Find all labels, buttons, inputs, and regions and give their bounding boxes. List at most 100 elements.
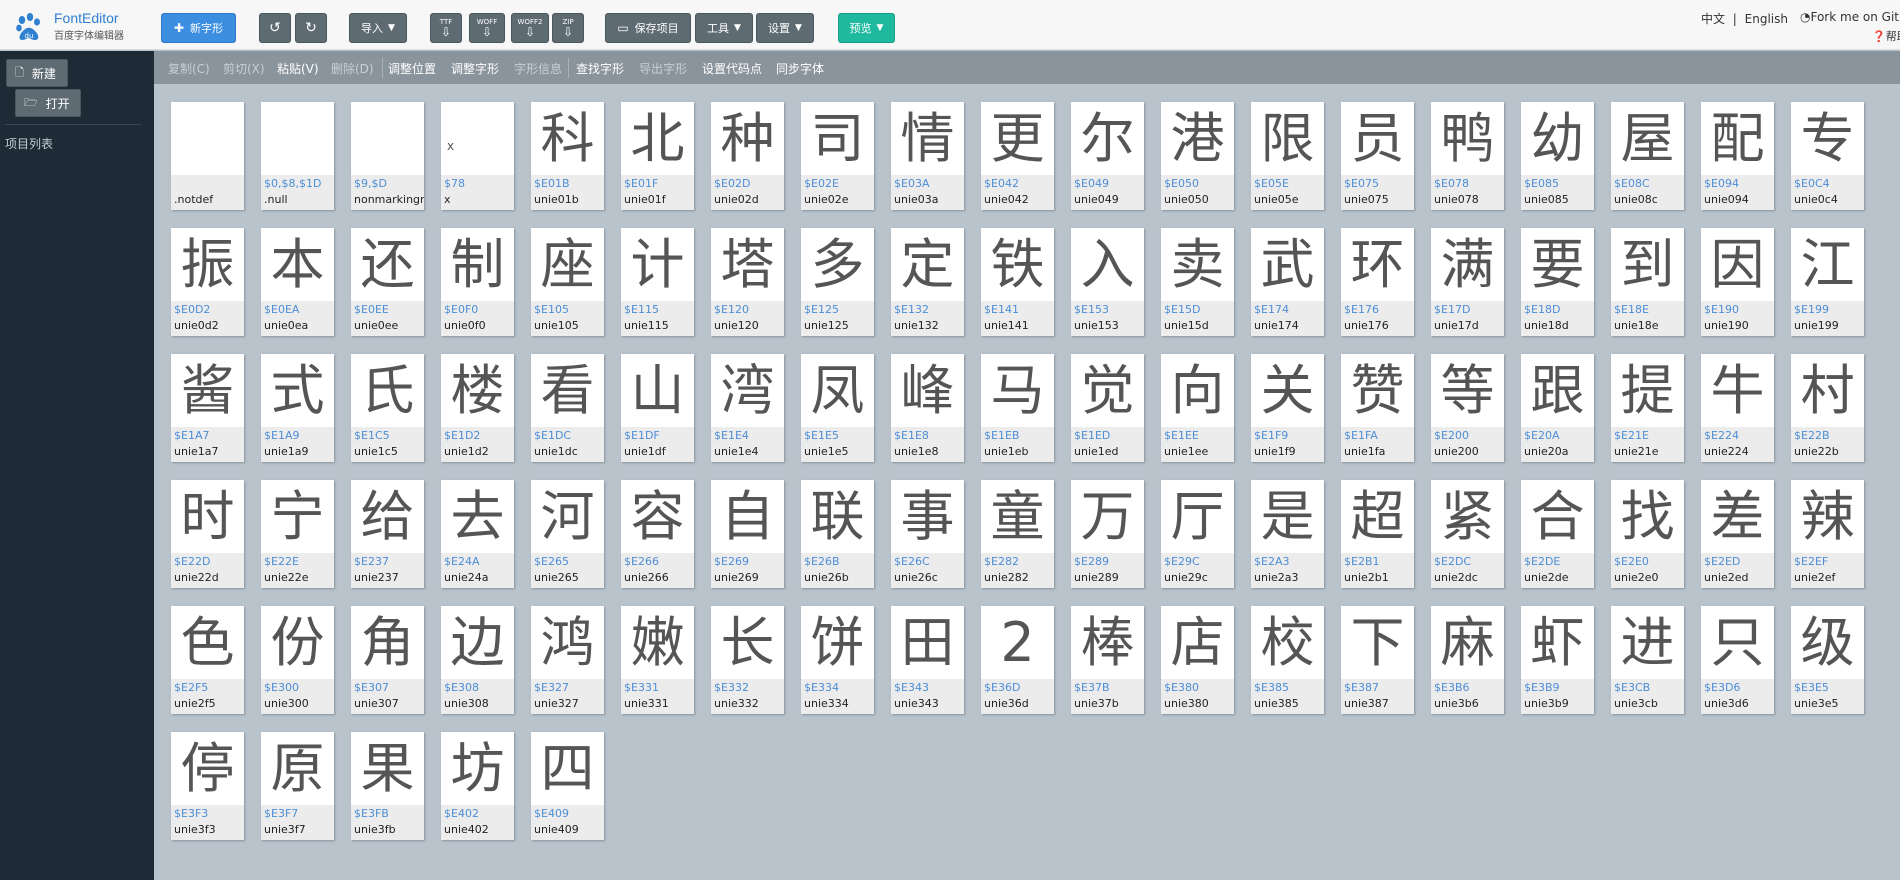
export-woff-button[interactable]: WOFF ⇩ bbox=[469, 13, 505, 43]
glyph-cell[interactable]: 原 $E3F7 unie3f7 bbox=[261, 732, 334, 840]
glyph-cell[interactable]: 2 $E36D unie36d bbox=[981, 606, 1054, 714]
glyph-cell[interactable]: 配 $E094 unie094 bbox=[1701, 102, 1774, 210]
glyph-cell[interactable]: x $78 x bbox=[441, 102, 514, 210]
new-glyph-button[interactable]: ✚ 新字形 bbox=[161, 13, 236, 43]
glyph-cell[interactable]: 是 $E2A3 unie2a3 bbox=[1251, 480, 1324, 588]
glyph-cell[interactable]: 河 $E265 unie265 bbox=[531, 480, 604, 588]
glyph-cell[interactable]: 尔 $E049 unie049 bbox=[1071, 102, 1144, 210]
glyph-cell[interactable]: 式 $E1A9 unie1a9 bbox=[261, 354, 334, 462]
adjust-position-button[interactable]: 调整位置 bbox=[388, 60, 436, 77]
copy-button[interactable]: 复制(C) bbox=[168, 60, 210, 77]
glyph-cell[interactable]: 田 $E343 unie343 bbox=[891, 606, 964, 714]
glyph-cell[interactable]: 等 $E200 unie200 bbox=[1431, 354, 1504, 462]
glyph-cell[interactable]: 万 $E289 unie289 bbox=[1071, 480, 1144, 588]
adjust-glyph-button[interactable]: 调整字形 bbox=[451, 60, 499, 77]
redo-button[interactable]: ↻ bbox=[295, 13, 327, 43]
glyph-info-button[interactable]: 字形信息 bbox=[514, 60, 562, 77]
glyph-cell[interactable]: 棒 $E37B unie37b bbox=[1071, 606, 1144, 714]
glyph-cell[interactable]: 看 $E1DC unie1dc bbox=[531, 354, 604, 462]
glyph-cell[interactable]: 自 $E269 unie269 bbox=[711, 480, 784, 588]
glyph-cell[interactable]: 找 $E2E0 unie2e0 bbox=[1611, 480, 1684, 588]
glyph-cell[interactable]: 份 $E300 unie300 bbox=[261, 606, 334, 714]
glyph-cell[interactable]: 情 $E03A unie03a bbox=[891, 102, 964, 210]
cut-button[interactable]: 剪切(X) bbox=[223, 60, 265, 77]
glyph-cell[interactable]: 限 $E05E unie05e bbox=[1251, 102, 1324, 210]
glyph-cell[interactable]: 司 $E02E unie02e bbox=[801, 102, 874, 210]
glyph-cell[interactable]: 科 $E01B unie01b bbox=[531, 102, 604, 210]
glyph-cell[interactable]: 村 $E22B unie22b bbox=[1791, 354, 1864, 462]
glyph-cell[interactable]: 赞 $E1FA unie1fa bbox=[1341, 354, 1414, 462]
glyph-cell[interactable]: 专 $E0C4 unie0c4 bbox=[1791, 102, 1864, 210]
glyph-cell[interactable]: 鸭 $E078 unie078 bbox=[1431, 102, 1504, 210]
glyph-cell[interactable]: 楼 $E1D2 unie1d2 bbox=[441, 354, 514, 462]
glyph-cell[interactable]: 合 $E2DE unie2de bbox=[1521, 480, 1594, 588]
glyph-cell[interactable]: $0,$8,$1D .null bbox=[261, 102, 334, 210]
glyph-cell[interactable]: 虾 $E3B9 unie3b9 bbox=[1521, 606, 1594, 714]
glyph-cell[interactable]: 四 $E409 unie409 bbox=[531, 732, 604, 840]
export-woff2-button[interactable]: WOFF2 ⇩ bbox=[511, 13, 549, 43]
glyph-cell[interactable]: 容 $E266 unie266 bbox=[621, 480, 694, 588]
glyph-cell[interactable]: 塔 $E120 unie120 bbox=[711, 228, 784, 336]
glyph-cell[interactable]: 边 $E308 unie308 bbox=[441, 606, 514, 714]
glyph-cell[interactable]: 长 $E332 unie332 bbox=[711, 606, 784, 714]
brand-logo[interactable]: du FontEditor 百度字体编辑器 bbox=[14, 10, 154, 42]
glyph-cell[interactable]: 多 $E125 unie125 bbox=[801, 228, 874, 336]
glyph-cell[interactable]: 店 $E380 unie380 bbox=[1161, 606, 1234, 714]
glyph-cell[interactable]: 时 $E22D unie22d bbox=[171, 480, 244, 588]
glyph-cell[interactable]: 跟 $E20A unie20a bbox=[1521, 354, 1594, 462]
glyph-cell[interactable]: 关 $E1F9 unie1f9 bbox=[1251, 354, 1324, 462]
glyph-cell[interactable]: 武 $E174 unie174 bbox=[1251, 228, 1324, 336]
glyph-cell[interactable]: 氏 $E1C5 unie1c5 bbox=[351, 354, 424, 462]
glyph-cell[interactable]: .notdef bbox=[171, 102, 244, 210]
glyph-cell[interactable]: 到 $E18E unie18e bbox=[1611, 228, 1684, 336]
glyph-cell[interactable]: 提 $E21E unie21e bbox=[1611, 354, 1684, 462]
glyph-cell[interactable]: 饼 $E334 unie334 bbox=[801, 606, 874, 714]
glyph-cell[interactable]: 联 $E26B unie26b bbox=[801, 480, 874, 588]
glyph-cell[interactable]: 紧 $E2DC unie2dc bbox=[1431, 480, 1504, 588]
glyph-cell[interactable]: 鸿 $E327 unie327 bbox=[531, 606, 604, 714]
glyph-cell[interactable]: 种 $E02D unie02d bbox=[711, 102, 784, 210]
glyph-cell[interactable]: 给 $E237 unie237 bbox=[351, 480, 424, 588]
glyph-cell[interactable]: 港 $E050 unie050 bbox=[1161, 102, 1234, 210]
glyph-cell[interactable]: 厅 $E29C unie29c bbox=[1161, 480, 1234, 588]
glyph-cell[interactable]: 进 $E3CB unie3cb bbox=[1611, 606, 1684, 714]
glyph-cell[interactable]: 卖 $E15D unie15d bbox=[1161, 228, 1234, 336]
glyph-cell[interactable]: 制 $E0F0 unie0f0 bbox=[441, 228, 514, 336]
glyph-cell[interactable]: 江 $E199 unie199 bbox=[1791, 228, 1864, 336]
export-zip-button[interactable]: ZIP ⇩ bbox=[552, 13, 584, 43]
new-project-button[interactable]: 🗋 新建 bbox=[6, 59, 68, 87]
glyph-cell[interactable]: 湾 $E1E4 unie1e4 bbox=[711, 354, 784, 462]
glyph-cell[interactable]: 牛 $E224 unie224 bbox=[1701, 354, 1774, 462]
glyph-cell[interactable]: 座 $E105 unie105 bbox=[531, 228, 604, 336]
glyph-cell[interactable]: 山 $E1DF unie1df bbox=[621, 354, 694, 462]
paste-button[interactable]: 粘贴(V) bbox=[277, 60, 319, 77]
glyph-cell[interactable]: 员 $E075 unie075 bbox=[1341, 102, 1414, 210]
glyph-cell[interactable]: 屋 $E08C unie08c bbox=[1611, 102, 1684, 210]
glyph-cell[interactable]: 觉 $E1ED unie1ed bbox=[1071, 354, 1144, 462]
glyph-cell[interactable]: 定 $E132 unie132 bbox=[891, 228, 964, 336]
glyph-cell[interactable]: 事 $E26C unie26c bbox=[891, 480, 964, 588]
glyph-cell[interactable]: 入 $E153 unie153 bbox=[1071, 228, 1144, 336]
glyph-cell[interactable]: 麻 $E3B6 unie3b6 bbox=[1431, 606, 1504, 714]
glyph-cell[interactable]: 本 $E0EA unie0ea bbox=[261, 228, 334, 336]
glyph-cell[interactable]: 满 $E17D unie17d bbox=[1431, 228, 1504, 336]
sync-font-button[interactable]: 同步字体 bbox=[776, 60, 824, 77]
glyph-cell[interactable]: $9,$D nonmarkingreturn bbox=[351, 102, 424, 210]
glyph-cell[interactable]: 果 $E3FB unie3fb bbox=[351, 732, 424, 840]
glyph-cell[interactable]: 级 $E3E5 unie3e5 bbox=[1791, 606, 1864, 714]
glyph-cell[interactable]: 色 $E2F5 unie2f5 bbox=[171, 606, 244, 714]
glyph-cell[interactable]: 因 $E190 unie190 bbox=[1701, 228, 1774, 336]
delete-button[interactable]: 删除(D) bbox=[331, 60, 374, 77]
settings-dropdown[interactable]: 设置 ▼ bbox=[756, 13, 814, 43]
tools-dropdown[interactable]: 工具 ▼ bbox=[695, 13, 753, 43]
glyph-cell[interactable]: 辣 $E2EF unie2ef bbox=[1791, 480, 1864, 588]
glyph-cell[interactable]: 计 $E115 unie115 bbox=[621, 228, 694, 336]
glyph-cell[interactable]: 校 $E385 unie385 bbox=[1251, 606, 1324, 714]
glyph-cell[interactable]: 嫩 $E331 unie331 bbox=[621, 606, 694, 714]
glyph-cell[interactable]: 更 $E042 unie042 bbox=[981, 102, 1054, 210]
set-codepoint-button[interactable]: 设置代码点 bbox=[702, 60, 762, 77]
save-project-button[interactable]: ▭ 保存项目 bbox=[605, 13, 691, 43]
undo-button[interactable]: ↺ bbox=[259, 13, 291, 43]
glyph-cell[interactable]: 酱 $E1A7 unie1a7 bbox=[171, 354, 244, 462]
glyph-cell[interactable]: 坊 $E402 unie402 bbox=[441, 732, 514, 840]
